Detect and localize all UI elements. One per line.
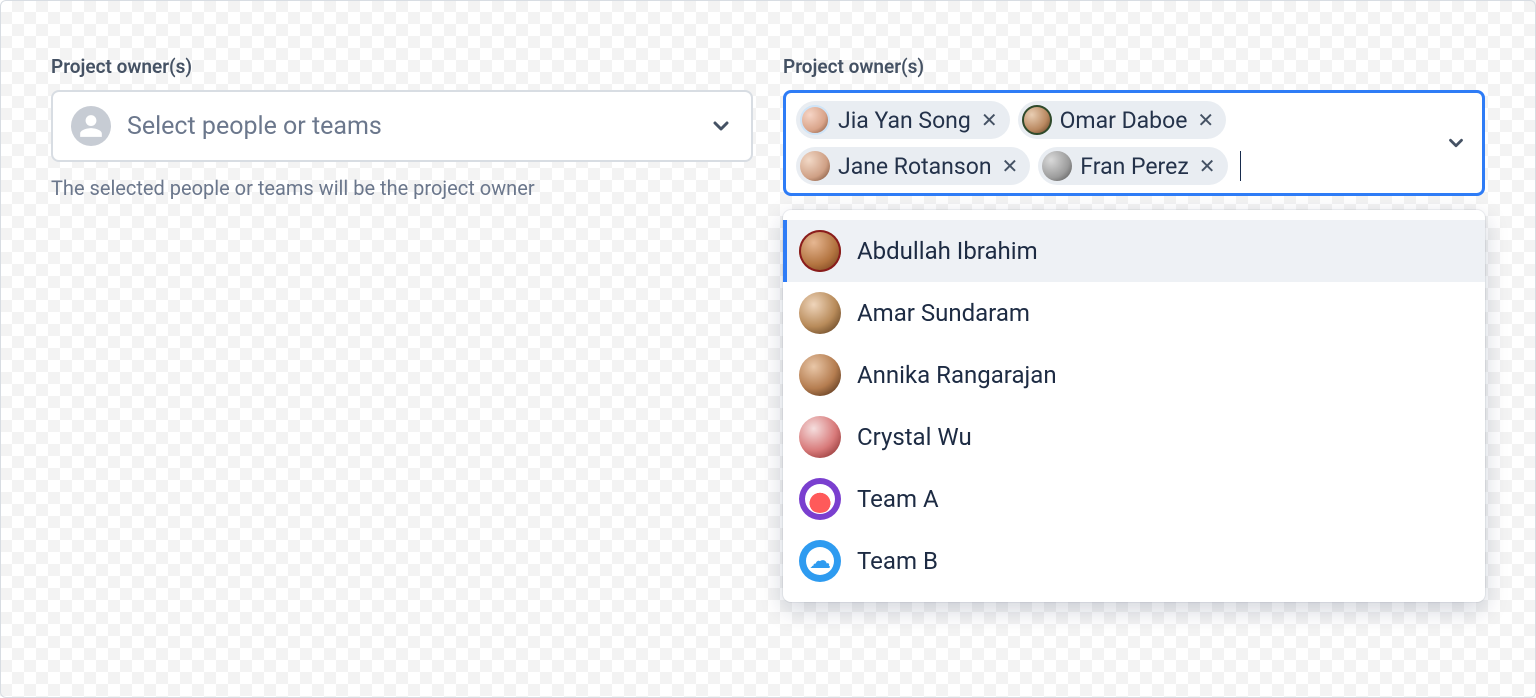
option-item[interactable]: Abdullah Ibrahim <box>783 220 1485 282</box>
remove-chip-icon[interactable]: ✕ <box>1195 110 1216 130</box>
text-cursor <box>1240 151 1241 181</box>
avatar <box>1022 105 1052 135</box>
option-item[interactable]: Amar Sundaram <box>783 282 1485 344</box>
remove-chip-icon[interactable]: ✕ <box>979 110 1000 130</box>
remove-chip-icon[interactable]: ✕ <box>1000 156 1021 176</box>
people-select-filled[interactable]: Jia Yan Song ✕ Omar Daboe ✕ Jane Rotanso… <box>783 90 1485 196</box>
option-label: Crystal Wu <box>857 423 972 451</box>
canvas: Project owner(s) Select people or teams … <box>0 0 1536 698</box>
option-item[interactable]: Team A <box>783 468 1485 530</box>
option-label: Abdullah Ibrahim <box>857 237 1038 265</box>
left-column: Project owner(s) Select people or teams … <box>51 55 753 200</box>
chevron-down-icon <box>709 114 733 138</box>
columns: Project owner(s) Select people or teams … <box>51 55 1485 602</box>
people-select-empty[interactable]: Select people or teams <box>51 90 753 162</box>
options-dropdown: Abdullah Ibrahim Amar Sundaram Annika Ra… <box>783 210 1485 602</box>
chip-label: Fran Perez <box>1080 155 1188 178</box>
selected-chip[interactable]: Jia Yan Song ✕ <box>796 101 1010 139</box>
avatar <box>799 416 841 458</box>
selected-chip[interactable]: Omar Daboe ✕ <box>1018 101 1227 139</box>
right-column: Project owner(s) Jia Yan Song ✕ Omar Dab… <box>783 55 1485 602</box>
avatar <box>1042 151 1072 181</box>
avatar <box>800 105 830 135</box>
option-label: Team A <box>857 485 939 513</box>
avatar <box>800 151 830 181</box>
team-avatar-icon <box>799 540 841 582</box>
field-label-right: Project owner(s) <box>783 55 1485 78</box>
avatar <box>799 354 841 396</box>
selected-chip[interactable]: Jane Rotanson ✕ <box>796 147 1030 185</box>
remove-chip-icon[interactable]: ✕ <box>1197 156 1218 176</box>
avatar <box>799 230 841 272</box>
chevron-down-icon[interactable] <box>1444 131 1468 155</box>
team-avatar-icon <box>799 478 841 520</box>
option-label: Annika Rangarajan <box>857 361 1057 389</box>
placeholder-text: Select people or teams <box>127 112 693 141</box>
option-label: Amar Sundaram <box>857 299 1030 327</box>
selected-chip[interactable]: Fran Perez ✕ <box>1038 147 1227 185</box>
option-item[interactable]: Team B <box>783 530 1485 592</box>
option-label: Team B <box>857 547 938 575</box>
field-label-left: Project owner(s) <box>51 55 753 78</box>
chip-label: Jane Rotanson <box>838 155 992 178</box>
chip-label: Omar Daboe <box>1060 109 1188 132</box>
helper-text: The selected people or teams will be the… <box>51 176 753 200</box>
chip-label: Jia Yan Song <box>838 109 971 132</box>
person-placeholder-icon <box>71 106 111 146</box>
person-icon <box>78 113 104 139</box>
avatar <box>799 292 841 334</box>
option-item[interactable]: Annika Rangarajan <box>783 344 1485 406</box>
option-item[interactable]: Crystal Wu <box>783 406 1485 468</box>
